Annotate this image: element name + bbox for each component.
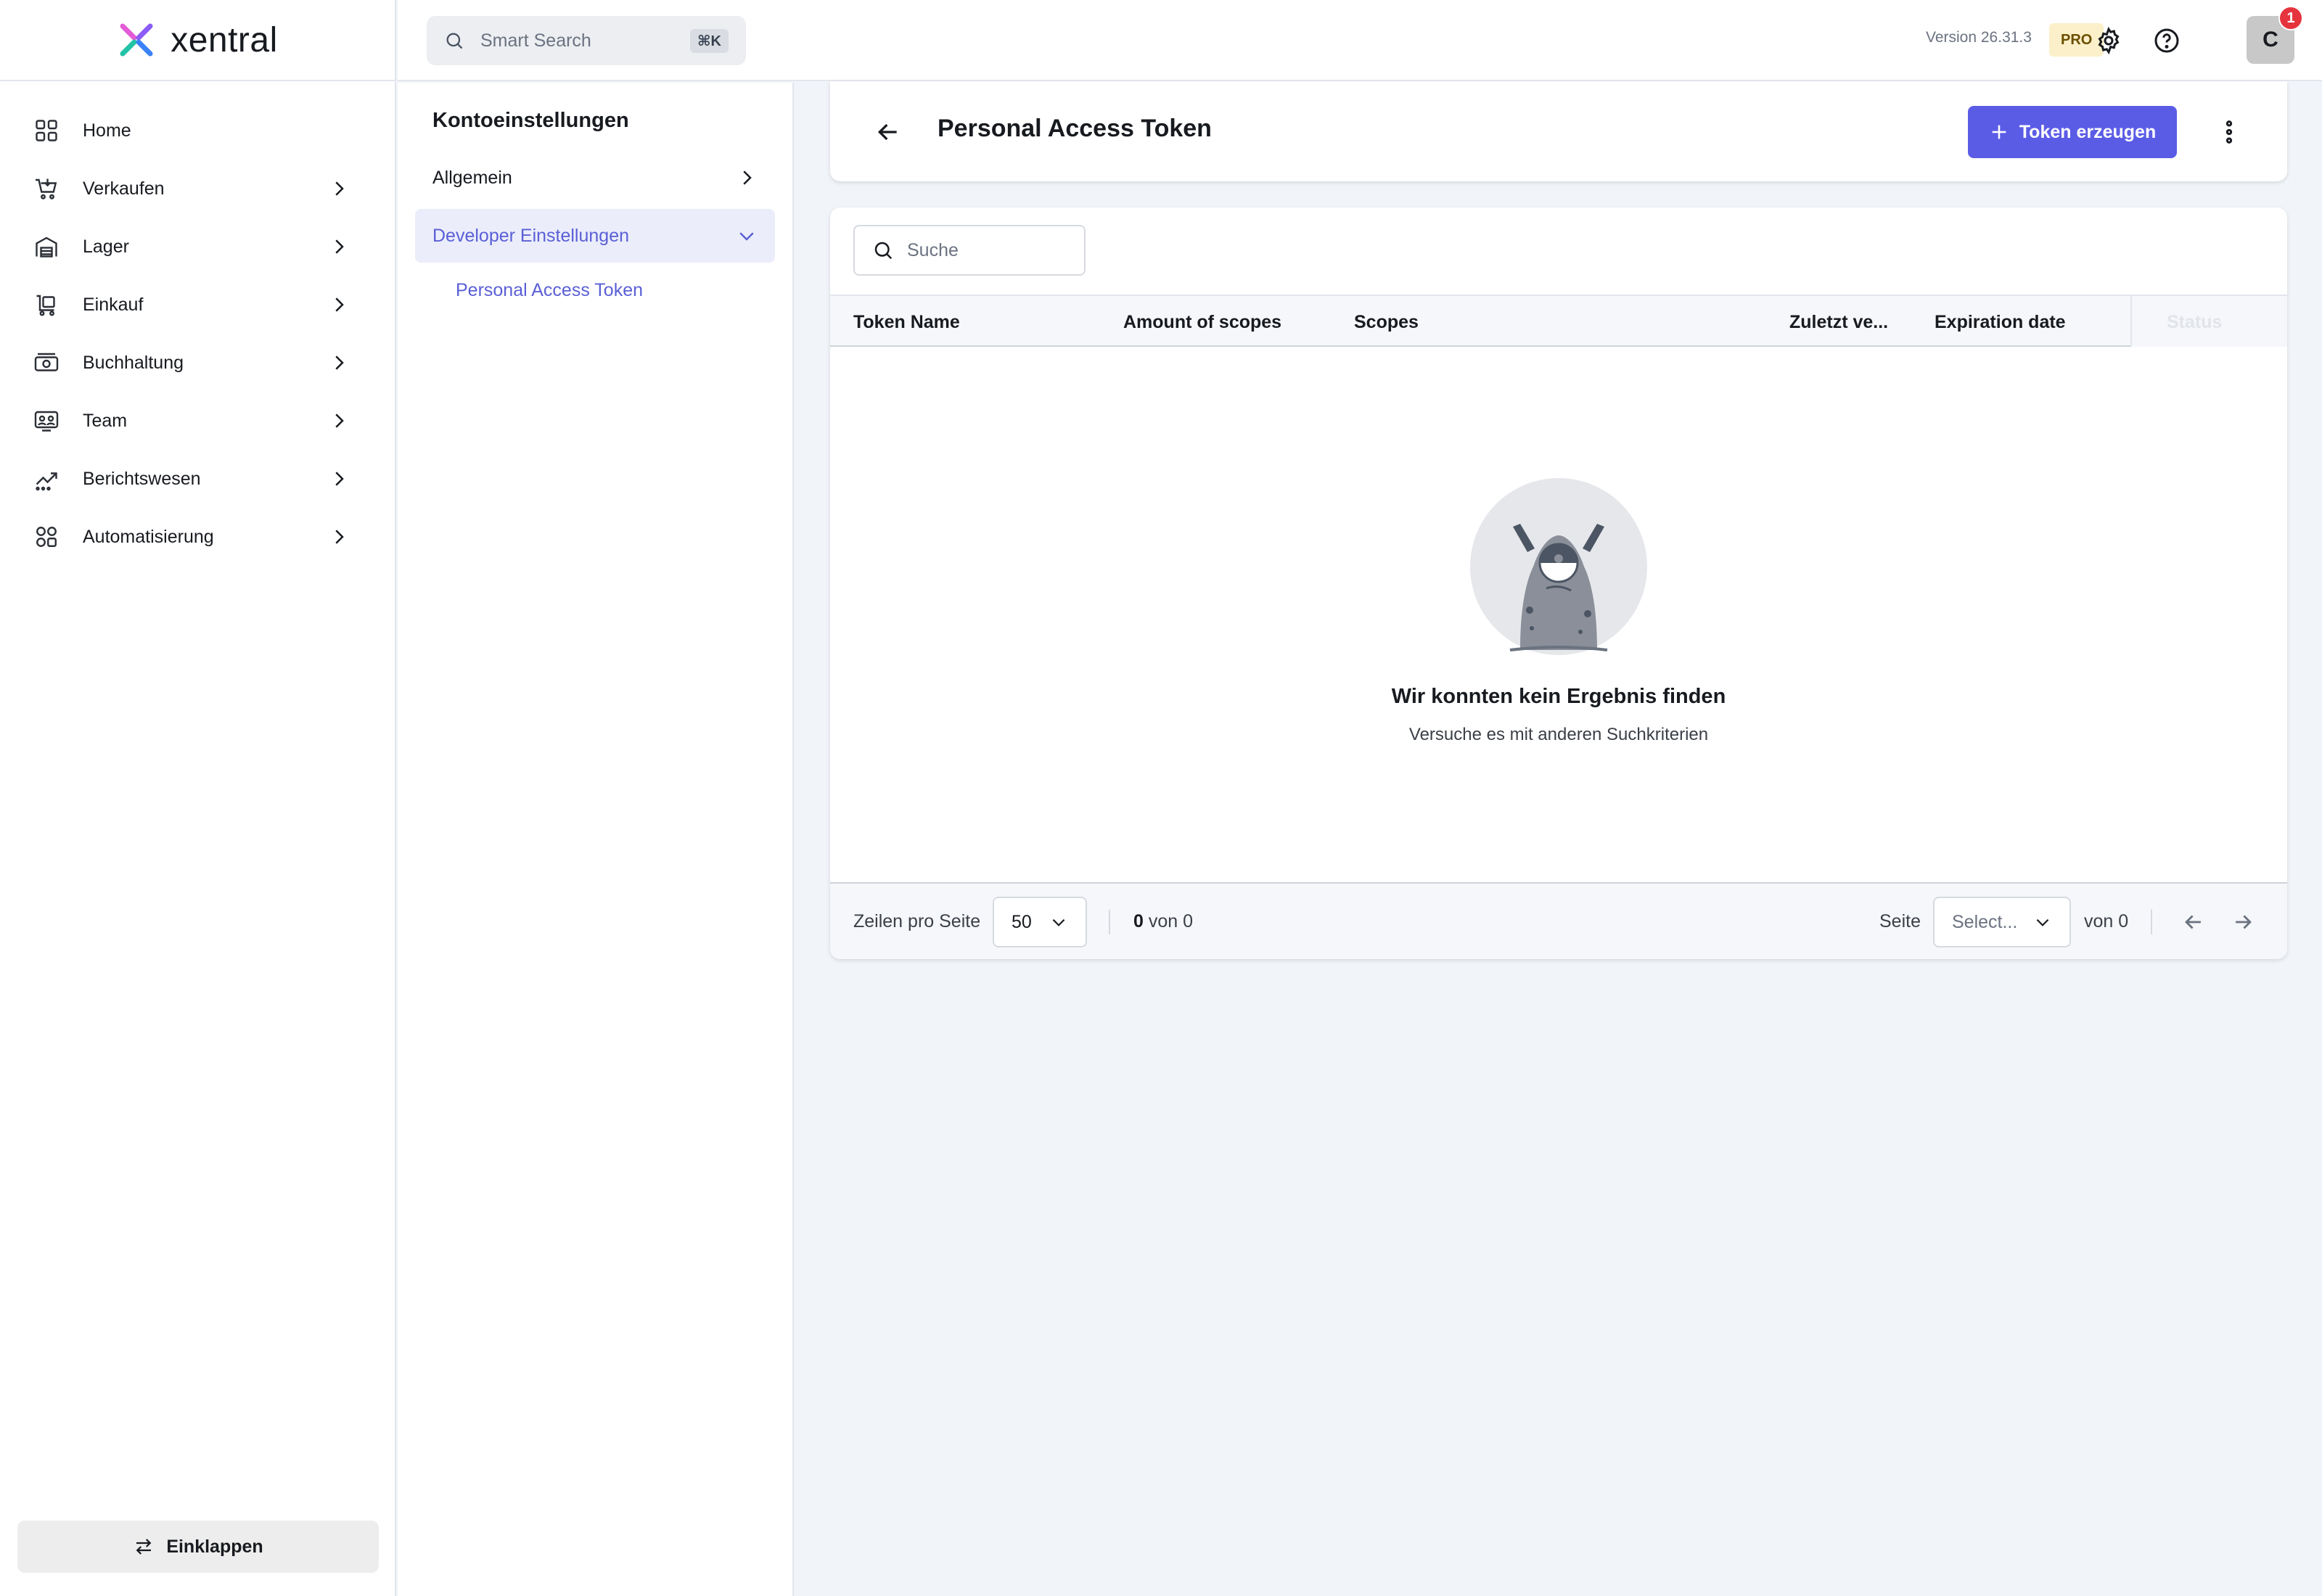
settings-subitem-personal-access-token[interactable]: Personal Access Token	[456, 280, 643, 301]
page-header-card: Personal Access Token Token erzeugen	[830, 81, 2287, 181]
back-arrow-icon[interactable]	[874, 118, 903, 147]
empty-state: Wir konnten kein Ergebnis finden Versuch…	[830, 476, 2287, 745]
chevron-down-icon	[2036, 918, 2049, 926]
cash-icon	[34, 353, 59, 371]
page-title: Personal Access Token	[938, 115, 1212, 142]
empty-monster-illustration	[1470, 478, 1647, 655]
divider	[2151, 910, 2152, 934]
sidebar-item-label: Einkauf	[83, 294, 144, 315]
token-table-card: Token Name Amount of scopes Scopes Zulet…	[830, 207, 2287, 959]
table-search-input[interactable]	[907, 239, 1067, 261]
page-total: von 0	[2084, 911, 2129, 931]
settings-item-label: Allgemein	[432, 167, 512, 188]
empty-state-subtitle: Versuche es mit anderen Suchkriterien	[1408, 725, 1709, 744]
sidebar-item-label: Home	[83, 120, 131, 141]
result-count: 0 von 0	[1133, 911, 1193, 932]
rows-per-page-value: 50	[1012, 911, 1032, 932]
chevron-right-icon	[335, 181, 344, 196]
result-count-start: 0	[1133, 911, 1144, 931]
logo[interactable]: xentral	[0, 0, 396, 81]
swap-arrows-icon	[136, 1539, 152, 1555]
column-header-scopes[interactable]: Scopes	[1354, 312, 1419, 333]
column-header-amount-of-scopes[interactable]: Amount of scopes	[1123, 312, 1281, 333]
chevron-right-icon	[335, 530, 344, 544]
main-sidebar: xentral Home Verkaufen Lager Einkauf Buc…	[0, 0, 396, 1596]
shortcut-badge: ⌘K	[690, 28, 729, 53]
rows-per-page-label: Zeilen pro Seite	[853, 911, 981, 931]
collapse-label: Einklappen	[166, 1536, 263, 1557]
automation-icon	[36, 527, 57, 547]
page-label: Seite	[1879, 911, 1921, 931]
table-search-field[interactable]	[853, 225, 1086, 276]
smart-search-placeholder: Smart Search	[480, 30, 591, 51]
divider	[1109, 910, 1110, 934]
chevron-down-icon	[739, 232, 754, 241]
next-page-icon[interactable]	[2231, 910, 2255, 934]
search-icon	[446, 33, 463, 49]
column-header-expiration-date[interactable]: Expiration date	[1935, 312, 2066, 333]
gear-icon[interactable]	[2094, 26, 2123, 55]
chevron-down-icon	[1052, 918, 1065, 926]
sidebar-item-verkaufen[interactable]: Verkaufen	[17, 160, 366, 218]
plus-icon	[1992, 125, 2006, 139]
column-header-status-cell: Status	[2130, 296, 2287, 347]
page-select-placeholder: Select...	[1952, 911, 2018, 932]
chevron-right-icon	[743, 170, 752, 185]
sidebar-item-label: Buchhaltung	[83, 352, 184, 373]
warehouse-icon	[36, 236, 57, 258]
empty-state-title: Wir konnten kein Ergebnis finden	[1391, 685, 1726, 708]
result-count-rest: von 0	[1148, 911, 1194, 931]
chevron-right-icon	[335, 239, 344, 254]
chevron-right-icon	[335, 414, 344, 428]
sidebar-item-einkauf[interactable]: Einkauf	[17, 276, 366, 334]
column-header-token-name[interactable]: Token Name	[853, 312, 960, 333]
brand-name: xentral	[171, 20, 278, 59]
sidebar-item-team[interactable]: Team	[17, 392, 366, 450]
settings-item-label: Developer Einstellungen	[432, 225, 630, 246]
settings-title: Kontoeinstellungen	[432, 109, 629, 132]
chevron-right-icon	[335, 297, 344, 312]
cart-icon	[36, 178, 57, 200]
home-grid-icon	[36, 120, 57, 141]
notification-badge: 1	[2278, 6, 2303, 30]
sidebar-item-automatisierung[interactable]: Automatisierung	[17, 508, 366, 566]
chevron-right-icon	[335, 472, 344, 486]
chart-icon	[36, 472, 57, 491]
create-token-label: Token erzeugen	[2019, 121, 2157, 142]
sidebar-item-label: Berichtswesen	[83, 468, 201, 489]
settings-item-allgemein[interactable]: Allgemein	[415, 151, 775, 205]
table-pagination: Zeilen pro Seite 50 0 von 0 Seite Select…	[830, 882, 2287, 959]
sidebar-item-lager[interactable]: Lager	[17, 218, 366, 276]
xentral-logo-icon	[120, 23, 153, 57]
sidebar-item-berichtswesen[interactable]: Berichtswesen	[17, 450, 366, 508]
team-icon	[34, 411, 59, 432]
sidebar-item-label: Lager	[83, 236, 129, 257]
rows-per-page-select[interactable]: 50	[993, 897, 1087, 947]
create-token-button[interactable]: Token erzeugen	[1968, 106, 2177, 158]
top-header: Smart Search ⌘K Version 26.31.3 PRO C 1	[398, 0, 2322, 81]
help-icon[interactable]	[2152, 26, 2181, 55]
more-vertical-icon[interactable]	[2215, 118, 2244, 147]
sidebar-item-buchhaltung[interactable]: Buchhaltung	[17, 334, 366, 392]
column-header-status[interactable]: Status	[2167, 312, 2222, 333]
settings-panel: Kontoeinstellungen Allgemein Developer E…	[398, 83, 794, 1596]
collapse-sidebar-button[interactable]: Einklappen	[17, 1521, 379, 1573]
chevron-right-icon	[335, 355, 344, 370]
purchase-icon	[36, 295, 55, 316]
table-header: Token Name Amount of scopes Scopes Zulet…	[830, 295, 2287, 347]
settings-item-developer[interactable]: Developer Einstellungen	[415, 209, 775, 263]
main-navigation: Home Verkaufen Lager Einkauf Buchhaltung…	[17, 102, 366, 566]
sidebar-item-label: Verkaufen	[83, 178, 165, 199]
sidebar-item-home[interactable]: Home	[17, 102, 366, 160]
sidebar-item-label: Automatisierung	[83, 526, 214, 547]
smart-search-input[interactable]: Smart Search ⌘K	[427, 16, 746, 65]
page-select[interactable]: Select...	[1933, 897, 2071, 947]
search-icon	[874, 242, 893, 260]
previous-page-icon[interactable]	[2181, 910, 2206, 934]
sidebar-item-label: Team	[83, 410, 128, 431]
column-header-last-used[interactable]: Zuletzt ve...	[1789, 312, 1888, 333]
version-text: Version 26.31.3	[1926, 29, 2032, 46]
